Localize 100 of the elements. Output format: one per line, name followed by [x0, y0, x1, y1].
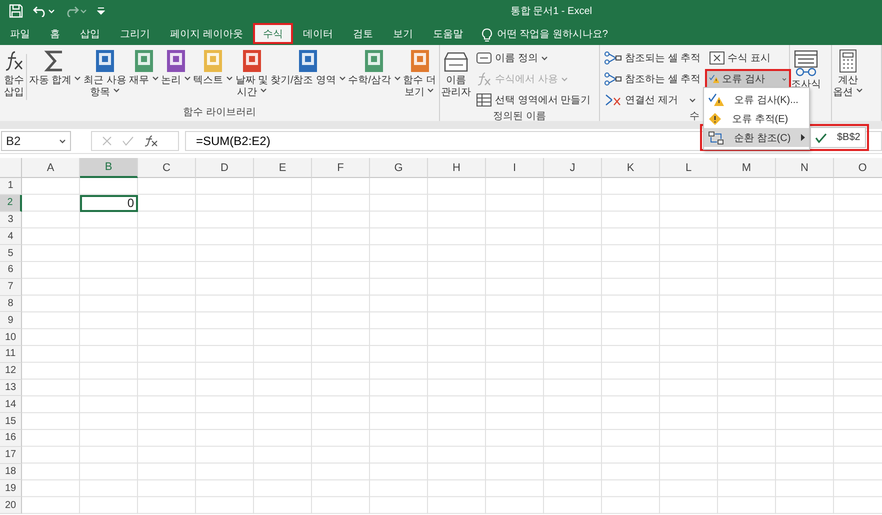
ribbon-button[interactable]: 참조하는 셀 추적: [600, 69, 705, 89]
group-label: 함수 라이브러리: [183, 106, 256, 120]
save-icon: [9, 4, 23, 18]
ribbon-tab[interactable]: 보기: [382, 23, 423, 44]
row-header[interactable]: 16: [0, 430, 22, 447]
ribbon-tab[interactable]: 페이지 레이아웃: [160, 23, 253, 44]
formula-sheet-icon: [708, 51, 725, 65]
ribbon-tab[interactable]: 데이터: [292, 23, 343, 44]
row-header[interactable]: 18: [0, 464, 22, 480]
column-header[interactable]: G: [370, 158, 428, 178]
ribbon-button[interactable]: 찾기/참조 영역: [269, 48, 347, 88]
check-icon: [815, 132, 827, 142]
column-header[interactable]: C: [138, 158, 196, 178]
error-checking-button[interactable]: 오류 검사: [704, 69, 791, 89]
check-warning-icon: [708, 92, 724, 106]
row-header[interactable]: 4: [0, 228, 22, 246]
ribbon-tab[interactable]: 파일: [0, 23, 40, 44]
ribbon-button[interactable]: 논리: [160, 48, 192, 88]
ribbon-tab[interactable]: 그리기: [110, 23, 160, 44]
row-header[interactable]: 17: [0, 446, 22, 464]
ribbon-button[interactable]: 이름 정의: [472, 48, 595, 68]
row-header[interactable]: 6: [0, 262, 22, 279]
row-header[interactable]: 14: [0, 396, 22, 414]
ribbon-button[interactable]: 수학/삼각: [347, 48, 402, 88]
column-header[interactable]: F: [312, 158, 370, 178]
watch-window-icon: [792, 49, 820, 77]
ribbon-tab[interactable]: 검토: [342, 23, 383, 44]
row-header[interactable]: 10: [0, 329, 22, 346]
row-header[interactable]: 12: [0, 362, 22, 380]
ribbon-button[interactable]: 함수 더 보기: [402, 48, 437, 100]
redo-icon: [65, 5, 79, 17]
ribbon-button[interactable]: 자동 합계: [28, 48, 82, 88]
submenu-arrow-icon: [800, 134, 805, 141]
row-header[interactable]: 20: [0, 497, 22, 514]
trace-arrows-icon: [604, 72, 622, 86]
column-header[interactable]: I: [486, 158, 544, 178]
menu-item[interactable]: 오류 추적(E): [704, 109, 809, 128]
ribbon-button[interactable]: 재무: [128, 48, 160, 88]
row-header[interactable]: 2: [0, 194, 22, 212]
column-header[interactable]: K: [602, 158, 660, 178]
ribbon-button[interactable]: 연결선 제거: [600, 90, 705, 110]
ribbon-button[interactable]: 수식 표시: [704, 48, 791, 68]
row-header[interactable]: 8: [0, 296, 22, 312]
warning-icon: [708, 112, 722, 126]
column-header[interactable]: B: [80, 158, 138, 178]
caret-icon: [394, 76, 401, 81]
group-label: 정의된 이름: [493, 110, 546, 123]
caret-icon: [152, 76, 159, 81]
row-header[interactable]: 5: [0, 245, 22, 262]
row-header[interactable]: 7: [0, 278, 22, 296]
caret-icon: [782, 76, 787, 82]
undo-icon: [33, 5, 47, 17]
ribbon-tab[interactable]: 수식: [252, 23, 293, 44]
row-header[interactable]: 13: [0, 380, 22, 396]
table-cell[interactable]: 0: [80, 194, 138, 212]
caret-icon: [74, 76, 82, 81]
column-header[interactable]: H: [428, 158, 486, 178]
lightbulb-icon: [480, 28, 493, 42]
ribbon-button[interactable]: 선택 영역에서 만들기: [472, 90, 595, 110]
row-header[interactable]: 11: [0, 346, 22, 363]
row-header[interactable]: 19: [0, 480, 22, 498]
customize-icon: [97, 6, 105, 16]
caret-icon: [689, 98, 696, 102]
column-header[interactable]: L: [660, 158, 718, 178]
circular-reference-icon: [708, 130, 724, 144]
caret-icon: [112, 88, 120, 93]
ribbon-tab[interactable]: 도움말: [422, 23, 473, 44]
ribbon-button[interactable]: 참조되는 셀 추적: [600, 48, 705, 68]
column-header[interactable]: N: [776, 158, 834, 178]
insert-function-icon[interactable]: [144, 135, 158, 147]
column-header[interactable]: J: [544, 158, 602, 178]
menu-item[interactable]: 오류 검사(K)...: [704, 90, 809, 109]
column-header[interactable]: A: [22, 158, 80, 178]
ribbon-tab[interactable]: 삽입: [70, 23, 110, 44]
column-header[interactable]: D: [196, 158, 254, 178]
caret-icon: [48, 8, 55, 14]
caret-icon: [540, 56, 548, 60]
ribbon-tab[interactable]: 홈: [40, 23, 70, 44]
calculator-icon: [838, 49, 858, 73]
search-field[interactable]: 어떤 작업을 원하시나요?: [496, 29, 647, 40]
column-header[interactable]: E: [254, 158, 312, 178]
trace-arrows-icon: [604, 51, 622, 65]
caret-icon: [59, 138, 66, 144]
menu-item[interactable]: $B$2: [811, 128, 864, 147]
column-header[interactable]: O: [834, 158, 882, 178]
menu-item[interactable]: 순환 참조(C): [704, 128, 809, 147]
caret-icon: [260, 88, 267, 93]
name-box[interactable]: B2: [1, 131, 71, 151]
ribbon-button[interactable]: 함수 삽입: [2, 48, 26, 100]
ribbon-button[interactable]: 계산 옵션: [832, 48, 864, 100]
row-header[interactable]: 1: [0, 178, 22, 195]
ribbon-button[interactable]: 날짜 및 시간: [234, 48, 270, 100]
row-header[interactable]: 9: [0, 312, 22, 330]
column-header[interactable]: M: [718, 158, 776, 178]
row-header[interactable]: 15: [0, 413, 22, 430]
caret-icon: [184, 76, 191, 81]
ribbon-button[interactable]: 최근 사용 항목: [82, 48, 128, 100]
ribbon-button[interactable]: 이름 관리자: [440, 48, 472, 100]
row-header[interactable]: 3: [0, 212, 22, 228]
ribbon-button[interactable]: 텍스트: [192, 48, 234, 88]
